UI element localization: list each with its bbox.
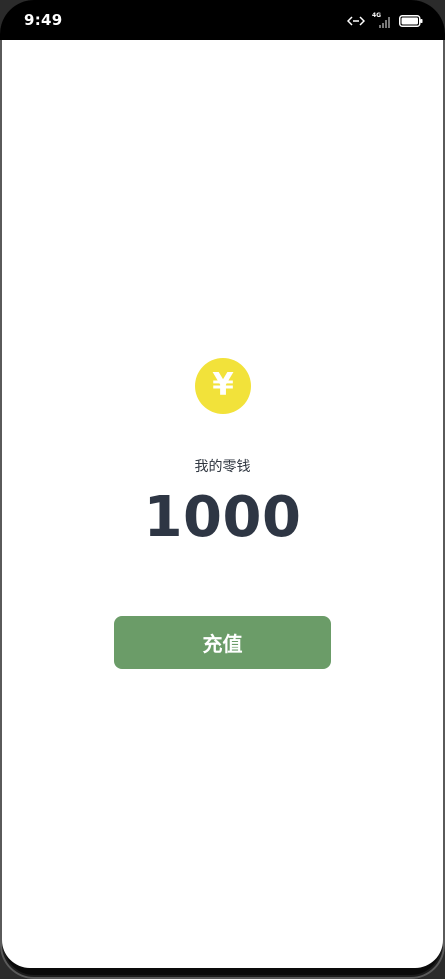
wallet-label: 我的零钱 bbox=[194, 459, 251, 475]
data-sync-icon bbox=[346, 12, 366, 31]
wallet-balance: 1000 bbox=[143, 485, 302, 550]
app-screen: ¥ 我的零钱 1000 充值 bbox=[2, 40, 443, 968]
signal-icon: 4G bbox=[372, 12, 392, 29]
phone-frame: 9:49 4G ¥ 我的零钱 1000 充值 bbox=[0, 0, 445, 979]
status-time: 9:49 bbox=[24, 11, 63, 29]
wallet-page: ¥ 我的零钱 1000 充值 bbox=[2, 40, 443, 968]
status-bar: 9:49 4G bbox=[0, 0, 445, 40]
currency-symbol: ¥ bbox=[212, 367, 234, 403]
status-icons: 4G bbox=[346, 12, 423, 31]
yuan-coin-icon: ¥ bbox=[195, 358, 251, 414]
battery-icon bbox=[399, 12, 423, 31]
recharge-button[interactable]: 充值 bbox=[114, 616, 331, 669]
